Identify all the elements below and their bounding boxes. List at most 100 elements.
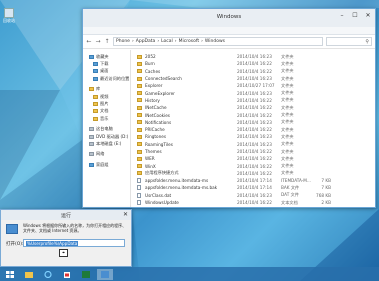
breadcrumb-item[interactable]: Local xyxy=(161,39,173,44)
folder-icon xyxy=(137,105,142,110)
breadcrumb-item[interactable]: AppData xyxy=(136,39,156,44)
file-row[interactable]: GameExplorer 2014/10/4 16:23 文件夹 xyxy=(137,89,375,96)
taskbar-excel[interactable] xyxy=(78,269,94,280)
nav-item[interactable]: 本地磁盘 (E:) xyxy=(83,140,130,147)
file-row[interactable]: WER 2014/10/4 16:22 文件夹 xyxy=(137,155,375,162)
nav-item[interactable]: 文档 xyxy=(83,108,130,115)
nav-item-label: DVD 驱动器 (D:) xyxy=(96,133,129,139)
file-row[interactable]: Burn 2014/10/4 16:22 文件夹 xyxy=(137,60,375,67)
file-row[interactable]: UsrClass.dat 2014/10/4 16:23 DAT 文件 768 KB xyxy=(137,192,375,199)
minimize-button[interactable]: – xyxy=(337,12,347,20)
file-row[interactable]: ConnectedSearch 2014/10/4 16:23 文件夹 xyxy=(137,75,375,82)
nav-item-label: 网络 xyxy=(96,151,105,157)
folder-icon xyxy=(137,164,142,169)
folder-icon xyxy=(137,127,142,132)
file-row[interactable]: Caches 2014/10/4 16:22 文件夹 xyxy=(137,68,375,75)
file-row[interactable]: Explorer 2014/10/27 17:07 文件夹 xyxy=(137,82,375,89)
nav-item[interactable]: 家庭组 xyxy=(83,161,130,168)
file-row[interactable]: RoamingTiles 2014/10/4 16:23 文件夹 xyxy=(137,141,375,148)
up-arrow-icon[interactable]: ↑ xyxy=(104,38,110,45)
file-row[interactable]: 2052 2014/10/4 16:23 文件夹 xyxy=(137,53,375,60)
breadcrumb-item[interactable]: Phone xyxy=(116,39,130,44)
file-type: 文件夹 xyxy=(281,155,294,161)
nav-item[interactable]: 视频 xyxy=(83,93,130,100)
file-date: 2014/10/4 16:22 xyxy=(237,105,272,111)
drive-icon xyxy=(89,127,94,132)
close-icon[interactable]: ✕ xyxy=(123,211,128,218)
nav-item[interactable]: DVD 驱动器 (D:) xyxy=(83,133,130,140)
file-row[interactable]: Themes 2014/10/4 16:22 文件夹 xyxy=(137,148,375,155)
nav-item[interactable]: 网络 xyxy=(83,151,130,158)
back-arrow-icon[interactable]: ← xyxy=(86,38,92,45)
taskbar-store[interactable] xyxy=(59,269,75,280)
file-name: History xyxy=(145,97,160,103)
folder-icon xyxy=(137,76,142,81)
file-date: 2014/10/4 16:22 xyxy=(237,68,272,74)
search-input[interactable]: ⚲ xyxy=(326,37,372,46)
file-type: 文本文档 xyxy=(281,199,298,205)
file-type: 文件夹 xyxy=(281,104,294,110)
breadcrumb-item[interactable]: Microsoft xyxy=(179,39,199,44)
file-row[interactable]: appsfolder.menu.itemdata-ms 2014/10/4 17:… xyxy=(137,177,375,184)
file-date: 2014/10/4 16:22 xyxy=(237,127,272,133)
folder-icon xyxy=(25,271,33,278)
file-name: INetCookies xyxy=(145,112,170,118)
file-name: PRICache xyxy=(145,127,165,133)
folder-icon xyxy=(93,102,98,107)
ribbon[interactable] xyxy=(83,27,375,35)
maximize-button[interactable]: ☐ xyxy=(350,12,360,20)
file-name: Caches xyxy=(145,68,161,74)
nav-item[interactable]: 下载 xyxy=(83,60,130,67)
file-row[interactable]: Ringtones 2014/10/4 16:23 文件夹 xyxy=(137,133,375,140)
file-type: 文件夹 xyxy=(281,60,294,66)
address-bar[interactable]: Phone › AppData › Local › Microsoft › Window… xyxy=(113,37,323,46)
taskbar-run[interactable] xyxy=(97,268,113,280)
start-button[interactable] xyxy=(2,269,18,280)
file-date: 2014/10/4 16:22 xyxy=(237,200,272,206)
file-date: 2014/10/4 17:14 xyxy=(237,185,272,191)
file-row[interactable]: WinX 2014/10/4 16:22 文件夹 xyxy=(137,162,375,169)
explorer-title-bar[interactable]: Windows – ☐ ✕ xyxy=(83,9,375,27)
file-type: 文件夹 xyxy=(281,126,294,132)
nav-item-label: 图片 xyxy=(100,101,109,107)
run-title-bar[interactable]: 运行 ✕ xyxy=(1,210,131,220)
file-row[interactable]: History 2014/10/4 16:22 文件夹 xyxy=(137,97,375,104)
file-row[interactable]: appsfolder.menu.itemdata-ms.bak 2014/10/4… xyxy=(137,184,375,191)
file-icon xyxy=(137,200,141,206)
file-row[interactable]: WindowsUpdate 2014/10/4 16:22 文本文档 2 KB xyxy=(137,199,375,206)
taskbar-internet-explorer[interactable] xyxy=(40,269,56,280)
breadcrumb-item[interactable]: Windows xyxy=(205,39,225,44)
internet-explorer-icon xyxy=(44,270,52,278)
taskbar-file-explorer[interactable] xyxy=(21,269,37,280)
recycle-bin-desktop-icon[interactable]: 回收站 xyxy=(2,8,16,24)
folder-icon xyxy=(137,61,142,66)
nav-item[interactable]: 库 xyxy=(83,86,130,93)
nav-item[interactable]: 桌面 xyxy=(83,68,130,75)
file-name: Burn xyxy=(145,61,155,67)
nav-item[interactable]: 音乐 xyxy=(83,115,130,122)
run-command-input[interactable]: %Userprofile%\AppData xyxy=(23,239,125,247)
file-type: 文件夹 xyxy=(281,97,294,103)
windows-logo-icon xyxy=(6,270,14,278)
folder-icon xyxy=(137,134,142,139)
file-row[interactable]: INetCache 2014/10/4 16:22 文件夹 xyxy=(137,104,375,111)
desktop-icon-label: 回收站 xyxy=(3,18,15,23)
nav-item[interactable]: 收藏夹 xyxy=(83,53,130,60)
file-row[interactable]: INetCookies 2014/10/4 16:22 文件夹 xyxy=(137,111,375,118)
file-type: 文件夹 xyxy=(281,170,294,176)
drive-icon xyxy=(89,141,94,146)
nav-item[interactable]: 最近访问的位置 xyxy=(83,75,130,82)
file-name: 2052 xyxy=(145,54,156,60)
favorite-icon xyxy=(93,62,98,67)
file-size: 2 KB xyxy=(321,200,331,206)
file-date: 2014/10/4 16:23 xyxy=(237,76,272,82)
file-row[interactable]: PRICache 2014/10/4 16:22 文件夹 xyxy=(137,126,375,133)
forward-arrow-icon[interactable]: → xyxy=(95,38,101,45)
close-button[interactable]: ✕ xyxy=(363,12,373,20)
nav-item[interactable]: 这台电脑 xyxy=(83,126,130,133)
nav-item[interactable]: 图片 xyxy=(83,100,130,107)
file-row[interactable]: 应用程序快捷方式 2014/10/4 16:22 文件夹 xyxy=(137,170,375,177)
file-list: 2052 2014/10/4 16:23 文件夹 Burn 2014/10/4 16:2… xyxy=(131,50,375,207)
file-name: appsfolder.menu.itemdata-ms xyxy=(145,178,209,184)
file-row[interactable]: Notifications 2014/10/4 16:23 文件夹 xyxy=(137,119,375,126)
